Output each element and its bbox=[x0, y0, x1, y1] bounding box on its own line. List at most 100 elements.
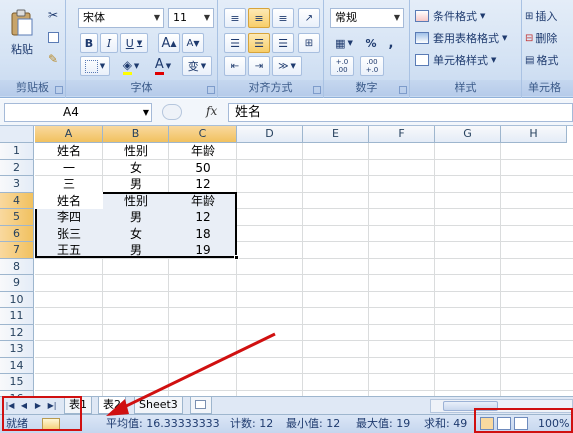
column-header-B[interactable]: B bbox=[103, 126, 169, 143]
row-header-11[interactable]: 11 bbox=[0, 308, 34, 325]
grid-row-line bbox=[35, 340, 573, 341]
cell-B5[interactable]: 男 bbox=[103, 209, 169, 225]
align-right-button[interactable]: ☰ bbox=[272, 33, 294, 53]
cell-C7[interactable]: 19 bbox=[169, 242, 237, 258]
format-label: 格式 bbox=[536, 54, 559, 67]
number-format-select[interactable]: 常规 ▼ bbox=[330, 8, 404, 28]
row-header-9[interactable]: 9 bbox=[0, 275, 34, 292]
increase-decimal-button[interactable]: +.0 .00 bbox=[330, 56, 354, 76]
alignment-launcher[interactable] bbox=[313, 86, 321, 94]
cell-A6[interactable]: 张三 bbox=[35, 226, 103, 242]
cell-A4[interactable]: 姓名 bbox=[35, 193, 103, 209]
format-as-table-button[interactable]: 套用表格格式 ▼ bbox=[414, 28, 518, 48]
row-header-4[interactable]: 4 bbox=[0, 192, 34, 209]
cell-B3[interactable]: 男 bbox=[103, 176, 169, 192]
formula-input[interactable]: 姓名 bbox=[228, 103, 573, 122]
accounting-format-button[interactable]: ▦ ▼ bbox=[330, 33, 358, 53]
insert-function-button[interactable]: fx bbox=[206, 104, 217, 118]
cell-B7[interactable]: 男 bbox=[103, 242, 169, 258]
row-header-6[interactable]: 6 bbox=[0, 225, 34, 242]
increase-indent-button[interactable]: ⇥ bbox=[248, 56, 270, 76]
fill-handle[interactable] bbox=[234, 255, 239, 260]
row-header-14[interactable]: 14 bbox=[0, 357, 34, 374]
cell-A1[interactable]: 姓名 bbox=[35, 143, 103, 159]
font-name-select[interactable]: 宋体 ▼ bbox=[78, 8, 164, 28]
column-header-D[interactable]: D bbox=[237, 126, 303, 143]
row-header-5[interactable]: 5 bbox=[0, 209, 34, 226]
insert-cells-button[interactable]: ⊞ 插入 bbox=[524, 6, 573, 26]
row-header-10[interactable]: 10 bbox=[0, 291, 34, 308]
cell-A7[interactable]: 王五 bbox=[35, 242, 103, 258]
align-middle-button[interactable]: ≡ bbox=[248, 8, 270, 28]
borders-button[interactable]: ▼ bbox=[80, 56, 110, 76]
cell-C4[interactable]: 年龄 bbox=[169, 193, 237, 209]
align-center-button[interactable]: ☰ bbox=[248, 33, 270, 53]
format-cells-button[interactable]: ▤ 格式 bbox=[524, 50, 573, 70]
row-header-15[interactable]: 15 bbox=[0, 374, 34, 391]
underline-button[interactable]: U ▼ bbox=[120, 33, 148, 53]
number-launcher[interactable] bbox=[399, 86, 407, 94]
cell-C6[interactable]: 18 bbox=[169, 226, 237, 242]
column-header-E[interactable]: E bbox=[303, 126, 369, 143]
row-header-2[interactable]: 2 bbox=[0, 159, 34, 176]
italic-button[interactable]: I bbox=[100, 33, 118, 53]
cell-styles-button[interactable]: 单元格样式 ▼ bbox=[414, 50, 518, 70]
row-header-7[interactable]: 7 bbox=[0, 242, 34, 259]
row-header-12[interactable]: 12 bbox=[0, 324, 34, 341]
cell-A3[interactable]: 三 bbox=[35, 176, 103, 192]
select-all-corner[interactable] bbox=[0, 126, 34, 143]
name-box[interactable]: A4 ▼ bbox=[4, 103, 152, 122]
cell-B2[interactable]: 女 bbox=[103, 160, 169, 176]
cell-C1[interactable]: 年龄 bbox=[169, 143, 237, 159]
align-bottom-button[interactable]: ≡ bbox=[272, 8, 294, 28]
row-header-1[interactable]: 1 bbox=[0, 143, 34, 160]
font-size-select[interactable]: 11 ▼ bbox=[168, 8, 214, 28]
outdent-icon: ⇤ bbox=[230, 60, 240, 72]
font-launcher[interactable] bbox=[207, 86, 215, 94]
wrap-text-button[interactable]: ≫ ▼ bbox=[272, 56, 302, 76]
number-group-label: 数字 bbox=[324, 80, 409, 96]
row-header-8[interactable]: 8 bbox=[0, 258, 34, 275]
merge-center-button[interactable]: ⊞ bbox=[298, 33, 320, 53]
cell-A2[interactable]: 一 bbox=[35, 160, 103, 176]
fill-color-button[interactable]: ◈ ▼ bbox=[116, 56, 146, 76]
column-header-H[interactable]: H bbox=[501, 126, 567, 143]
column-header-C[interactable]: C bbox=[169, 126, 237, 143]
paste-button[interactable]: 粘贴 bbox=[4, 4, 40, 62]
row-header-3[interactable]: 3 bbox=[0, 176, 34, 193]
orientation-button[interactable]: ↗ bbox=[298, 8, 320, 28]
clipboard-launcher[interactable] bbox=[55, 86, 63, 94]
column-header-F[interactable]: F bbox=[369, 126, 435, 143]
cut-button[interactable]: ✂ bbox=[44, 6, 62, 24]
decrease-indent-button[interactable]: ⇤ bbox=[224, 56, 246, 76]
cell-A5[interactable]: 李四 bbox=[35, 209, 103, 225]
shrink-font-button[interactable]: A ▼ bbox=[182, 33, 204, 53]
cell-C5[interactable]: 12 bbox=[169, 209, 237, 225]
align-top-button[interactable]: ≡ bbox=[224, 8, 246, 28]
comma-button[interactable]: , bbox=[382, 33, 400, 53]
phonetic-button[interactable]: 变 ▼ bbox=[182, 56, 212, 76]
column-header-A[interactable]: A bbox=[35, 126, 103, 143]
delete-cells-button[interactable]: ⊟ 删除 bbox=[524, 28, 573, 48]
font-color-button[interactable]: A ▼ bbox=[148, 56, 178, 76]
grow-font-button[interactable]: A ▲ bbox=[158, 33, 180, 53]
cell-C2[interactable]: 50 bbox=[169, 160, 237, 176]
cell-B6[interactable]: 女 bbox=[103, 226, 169, 242]
copy-button[interactable] bbox=[44, 28, 62, 46]
conditional-formatting-button[interactable]: 条件格式 ▼ bbox=[414, 6, 518, 26]
format-icon: ▤ bbox=[525, 54, 535, 66]
percent-button[interactable]: % bbox=[362, 33, 380, 53]
cell-B4[interactable]: 性别 bbox=[103, 193, 169, 209]
column-header-G[interactable]: G bbox=[435, 126, 501, 143]
cell-C3[interactable]: 12 bbox=[169, 176, 237, 192]
bold-button[interactable]: B bbox=[80, 33, 98, 53]
insert-sheet-tab[interactable] bbox=[190, 397, 212, 414]
row-header-13[interactable]: 13 bbox=[0, 341, 34, 358]
worksheet-grid[interactable]: ABCDEFGH12345678910111213141516姓名性别年龄一女5… bbox=[0, 126, 573, 396]
cell-B1[interactable]: 性别 bbox=[103, 143, 169, 159]
sheet-tab-3[interactable]: Sheet3 bbox=[134, 397, 183, 414]
decrease-decimal-button[interactable]: .00 +.0 bbox=[360, 56, 384, 76]
format-painter-button[interactable]: ✎ bbox=[44, 50, 62, 68]
align-left-button[interactable]: ☰ bbox=[224, 33, 246, 53]
sheet-tab-2[interactable]: 表2 bbox=[98, 397, 126, 414]
